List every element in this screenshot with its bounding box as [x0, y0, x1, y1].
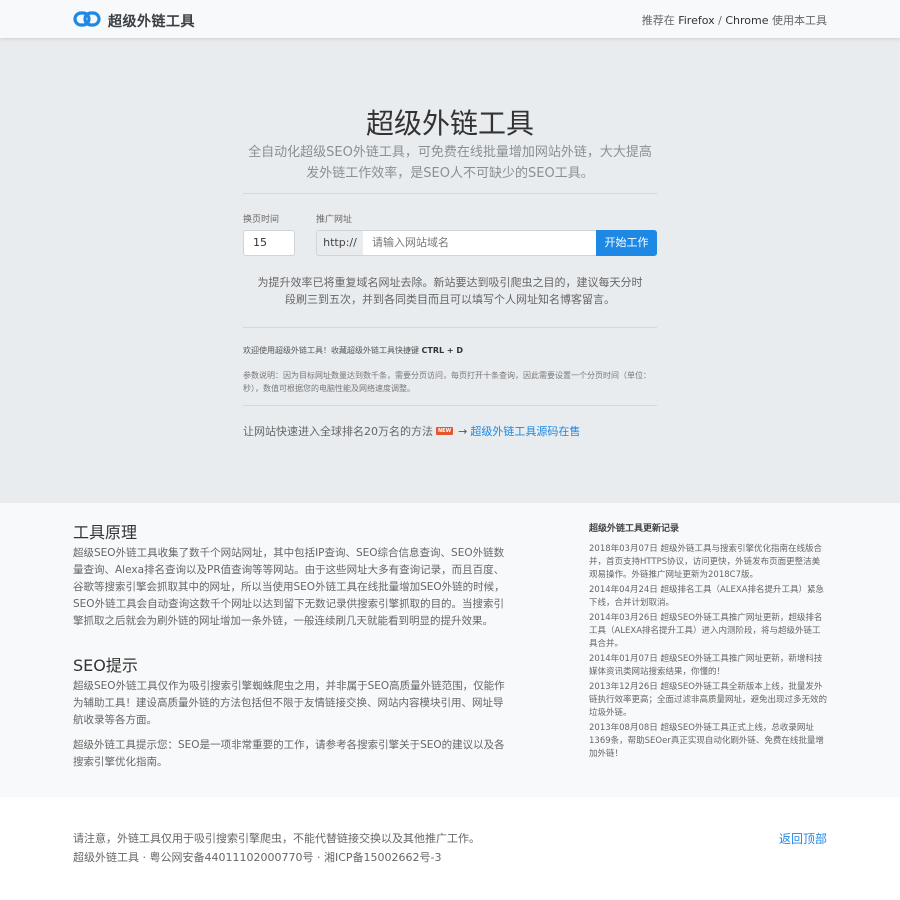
brand-name: 超级外链工具 — [108, 14, 195, 30]
divider — [243, 405, 657, 406]
hero-lead: 全自动化超级SEO外链工具，可免费在线批量增加网站外链，大大提高发外链工作效率，… — [248, 145, 652, 181]
browser-recommendation: 推荐在 Firefox / Chrome 使用本工具 — [642, 12, 827, 28]
hero-section: 超级外链工具 全自动化超级SEO外链工具，可免费在线批量增加网站外链，大大提高发… — [0, 38, 900, 503]
principle-heading: 工具原理 — [73, 523, 138, 542]
notice-text: 为提升效率已将重复域名网址去除。新站要达到吸引爬虫之目的，建议每天分时段刷三到五… — [257, 276, 643, 306]
divider — [243, 327, 657, 328]
welcome-message: 欢迎使用超级外链工具！收藏超级外链工具快捷键 — [243, 346, 419, 355]
navbar: 超级外链工具 推荐在 Firefox / Chrome 使用本工具 — [0, 0, 900, 38]
param-note: 参数说明：因为目标网址数量达到数千条，需要分页访问，每页打开十条查询，因此需要设… — [243, 371, 651, 393]
separator: / — [718, 14, 722, 27]
chrome-label: Chrome — [725, 14, 769, 27]
promo-text: 让网站快速进入全球排名20万名的方法 — [243, 425, 433, 438]
recommend-prefix: 推荐在 — [641, 14, 675, 27]
tips-heading: SEO提示 — [73, 656, 138, 675]
icp-record: 超级外链工具 · 粤公网安备44011102000770号 · 湘ICP备150… — [73, 851, 442, 864]
footer: 请注意，外链工具仅用于吸引搜索引擎爬虫，不能代替链接交换以及其他推广工作。 超级… — [0, 797, 900, 900]
changelog-item: 2018年03月07日 超级外链工具与搜索引擎优化指南在线版合并，首页支持HTT… — [589, 544, 822, 580]
link-logo-icon — [73, 9, 101, 33]
back-to-top-link[interactable]: 返回顶部 — [779, 830, 827, 847]
interval-input[interactable]: 15 — [243, 230, 295, 256]
changelog-item: 2014年03月26日 超级SEO外链工具推广网址更新，超级排名工具（ALEXA… — [589, 613, 823, 649]
url-input[interactable]: 请输入网站域名 — [363, 230, 597, 256]
changelog-item: 2014年01月07日 超级SEO外链工具推广网址更新，新增科技媒体资讯类网站搜… — [589, 654, 823, 677]
changelog-item: 2014年04月24日 超级排名工具（ALEXA排名提升工具）紧急下线，合并计划… — [589, 585, 825, 608]
content-section: 工具原理 超级SEO外链工具收集了数千个网站网址，其中包括IP查询、SEO综合信… — [0, 503, 900, 797]
shortcut-key: CTRL + D — [421, 346, 464, 355]
changelog-title: 超级外链工具更新记录 — [589, 524, 680, 534]
brand-link[interactable]: 超级外链工具 — [73, 9, 195, 33]
interval-label: 换页时间 — [243, 215, 280, 225]
url-label: 推广网址 — [316, 215, 353, 225]
changelog-list: 2018年03月07日 超级外链工具与搜索引擎优化指南在线版合并，首页支持HTT… — [589, 543, 827, 763]
changelog-item: 2013年12月26日 超级SEO外链工具全新版本上线，批量发外链执行效率更高；… — [589, 682, 828, 718]
divider — [243, 193, 657, 194]
welcome-text: 欢迎使用超级外链工具！收藏超级外链工具快捷键 CTRL + D — [243, 345, 657, 356]
arrow-icon: → — [458, 424, 468, 438]
url-prefix: http:// — [316, 230, 364, 256]
firefox-label: Firefox — [678, 14, 715, 27]
principle-text: 超级SEO外链工具收集了数千个网站网址，其中包括IP查询、SEO综合信息查询、S… — [73, 547, 505, 627]
tips-text-1: 超级SEO外链工具仅作为吸引搜索引擎蜘蛛爬虫之用，并非属于SEO高质量外链范围，… — [73, 680, 505, 726]
disclaimer: 请注意，外链工具仅用于吸引搜索引擎爬虫，不能代替链接交换以及其他推广工作。 — [73, 832, 480, 845]
changelog-item: 2013年08月08日 超级SEO外链工具正式上线，总收录网址1369条，帮助S… — [589, 723, 824, 759]
recommend-suffix: 使用本工具 — [772, 14, 827, 27]
new-badge: NEW — [436, 427, 454, 435]
start-button[interactable]: 开始工作 — [596, 230, 657, 256]
promo-line: 让网站快速进入全球排名20万名的方法 NEW → 超级外链工具源码在售 — [243, 423, 580, 439]
tips-text-2: 超级外链工具提示您：SEO是一项非常重要的工作，请参考各搜索引擎关于SEO的建议… — [73, 739, 505, 768]
page-title: 超级外链工具 — [365, 107, 534, 140]
source-sale-link[interactable]: 超级外链工具源码在售 — [470, 423, 580, 439]
